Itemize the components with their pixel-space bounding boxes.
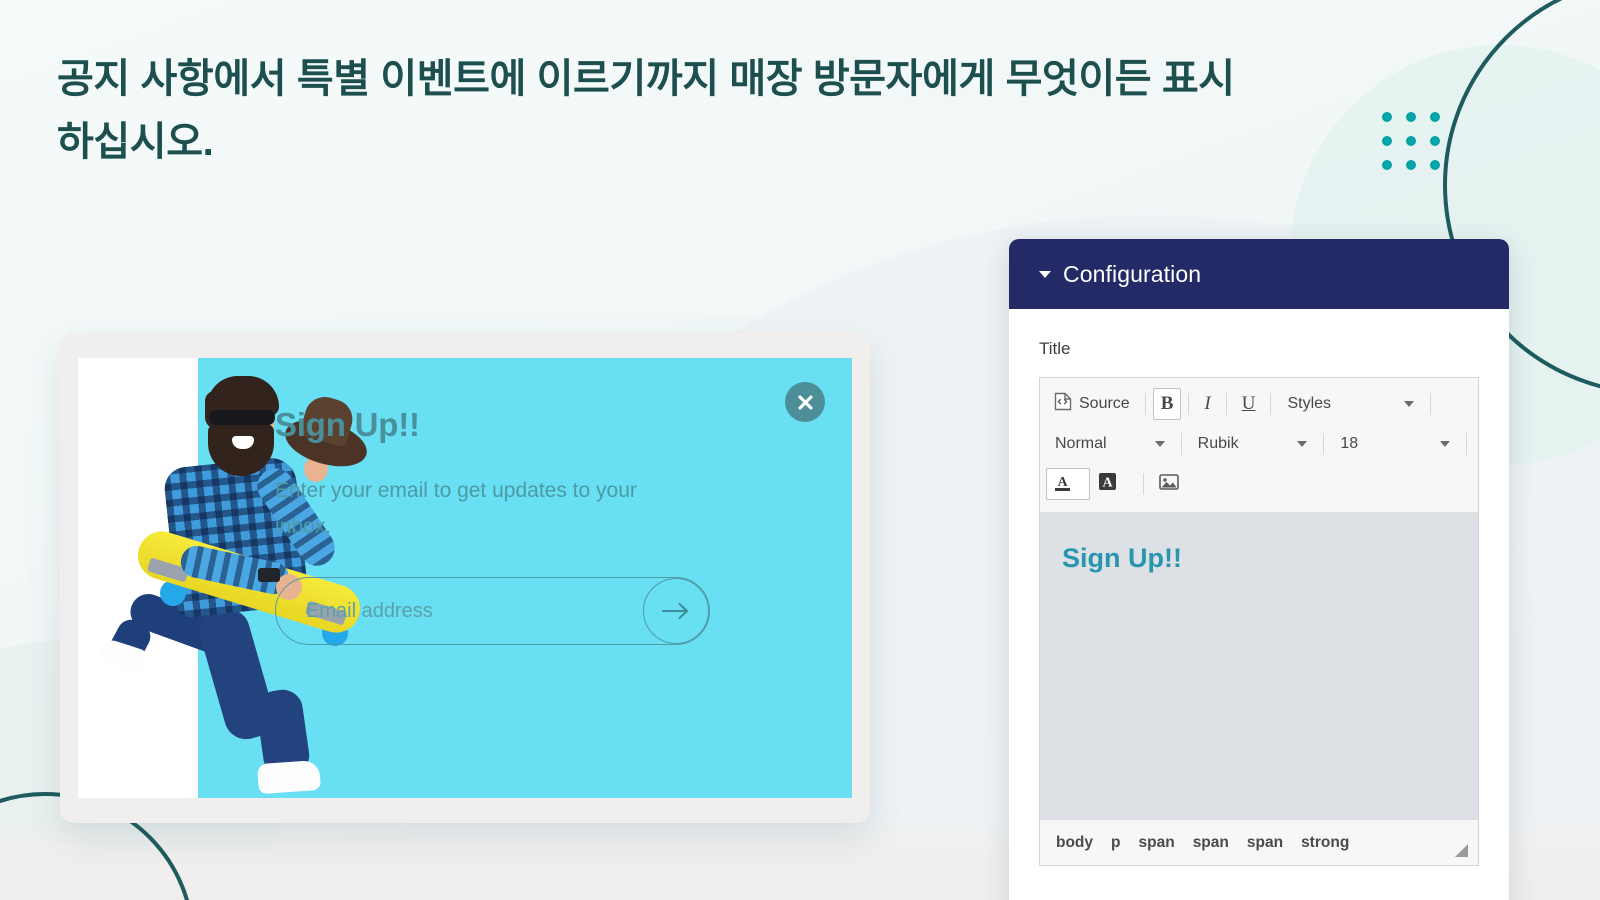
popup-preview-card: Sign Up!! Enter your email to get update… — [60, 333, 870, 823]
toolbar-divider — [1270, 393, 1272, 415]
email-signup-row — [275, 577, 710, 645]
bold-button[interactable]: B — [1152, 388, 1182, 420]
screen: 공지 사항에서 특별 이벤트에 이르기까지 매장 방문자에게 무엇이든 표시하십… — [0, 0, 1600, 900]
element-path-item[interactable]: span — [1193, 834, 1229, 852]
font-family-label: Rubik — [1197, 435, 1239, 452]
grid-dot — [1406, 136, 1416, 146]
background-color-icon: A — [1098, 472, 1117, 496]
editor-element-path-bar: body p span span span strong — [1040, 819, 1478, 865]
configuration-header[interactable]: Configuration — [1009, 239, 1509, 309]
chevron-down-icon — [1297, 441, 1308, 447]
caret-down-icon — [1039, 270, 1051, 278]
grid-dot — [1406, 160, 1416, 170]
toolbar-divider — [1430, 393, 1432, 415]
grid-dot — [1406, 112, 1416, 122]
popup-inner: Sign Up!! Enter your email to get update… — [78, 358, 852, 798]
toolbar-divider — [1225, 393, 1227, 415]
svg-text:A: A — [1102, 476, 1113, 491]
grid-dot — [1382, 136, 1392, 146]
popup-text-block: Sign Up!! Enter your email to get update… — [275, 406, 710, 645]
font-family-dropdown[interactable]: Rubik — [1189, 428, 1317, 460]
chevron-down-icon — [1404, 401, 1415, 407]
editor-content-text: Sign Up!! — [1062, 543, 1182, 573]
source-button-label: Source — [1079, 395, 1130, 412]
underline-button[interactable]: U — [1234, 388, 1264, 420]
editor-content-area[interactable]: Sign Up!! — [1040, 513, 1478, 819]
chevron-down-icon — [1154, 441, 1165, 447]
element-path-item[interactable]: span — [1247, 834, 1283, 852]
chevron-down-icon — [1440, 441, 1451, 447]
page-title: 공지 사항에서 특별 이벤트에 이르기까지 매장 방문자에게 무엇이든 표시하십… — [57, 57, 1235, 164]
configuration-panel: Configuration Title Source B I U Styles … — [1009, 239, 1509, 900]
title-field-label: Title — [1039, 339, 1071, 358]
close-icon[interactable] — [785, 382, 825, 422]
source-code-icon — [1054, 392, 1072, 416]
grid-dot — [1430, 136, 1440, 146]
image-icon — [1159, 473, 1179, 496]
toolbar-divider — [1144, 393, 1146, 415]
toolbar-row-1: Source B I U Styles — [1046, 384, 1474, 424]
grid-dot — [1382, 112, 1392, 122]
paragraph-format-dropdown[interactable]: Normal — [1046, 428, 1174, 460]
configuration-body: Title Source B I U Styles Normal Rubik 1… — [1009, 309, 1509, 866]
toolbar-divider — [1323, 433, 1325, 455]
toolbar-divider — [1188, 393, 1190, 415]
grid-dot — [1382, 160, 1392, 170]
toolbar-row-3: A A — [1046, 464, 1474, 504]
popup-subtitle: Enter your email to get updates to your … — [275, 479, 637, 538]
toolbar-divider — [1180, 433, 1182, 455]
font-size-label: 18 — [1340, 435, 1359, 452]
editor-toolbar: Source B I U Styles Normal Rubik 18 A A — [1040, 378, 1478, 513]
arrow-right-icon[interactable] — [643, 578, 709, 644]
insert-image-button[interactable] — [1151, 468, 1187, 500]
svg-text:A: A — [1057, 475, 1068, 490]
styles-dropdown[interactable]: Styles — [1278, 388, 1423, 420]
toolbar-divider — [1466, 433, 1468, 455]
paragraph-format-label: Normal — [1055, 435, 1107, 452]
popup-title: Sign Up!! — [275, 406, 420, 443]
dot-grid-icon — [1382, 112, 1440, 170]
toolbar-divider — [1143, 473, 1144, 495]
italic-button[interactable]: I — [1196, 388, 1218, 420]
element-path-item[interactable]: span — [1139, 834, 1175, 852]
rich-text-editor: Source B I U Styles Normal Rubik 18 A A … — [1039, 377, 1479, 866]
grid-dot — [1430, 112, 1440, 122]
font-size-dropdown[interactable]: 18 — [1331, 428, 1459, 460]
text-color-icon: A — [1054, 472, 1071, 497]
configuration-title: Configuration — [1063, 260, 1202, 287]
resize-grip-icon[interactable] — [1455, 844, 1468, 857]
element-path-item[interactable]: strong — [1301, 834, 1349, 852]
text-color-button[interactable]: A — [1046, 468, 1090, 500]
element-path-item[interactable]: p — [1111, 834, 1120, 852]
toolbar-row-2: Normal Rubik 18 — [1046, 424, 1474, 464]
grid-dot — [1430, 160, 1440, 170]
background-color-button[interactable]: A — [1090, 468, 1136, 500]
element-path-item[interactable]: body — [1056, 834, 1093, 852]
source-button[interactable]: Source — [1046, 388, 1138, 420]
styles-dropdown-label: Styles — [1287, 395, 1332, 412]
